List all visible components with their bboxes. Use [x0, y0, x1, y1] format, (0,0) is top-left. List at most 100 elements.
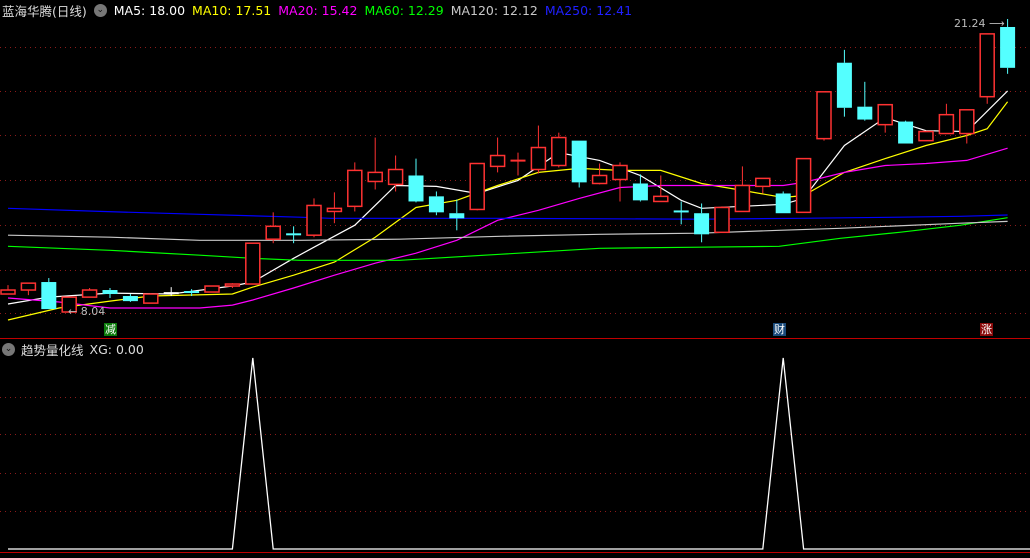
stock-title: 蓝海华腾(日线): [2, 4, 87, 19]
candle-body: [694, 213, 710, 235]
ma120-label: MA120: 12.12: [450, 3, 538, 18]
candle: [245, 242, 261, 285]
candle-body: [387, 168, 404, 186]
ma10-line: [7, 101, 1009, 321]
candle-body: [714, 206, 730, 234]
candle-body: [489, 154, 506, 168]
candle: [591, 163, 608, 185]
candle: [0, 285, 16, 295]
candle-body: [143, 293, 159, 304]
xg-line: [8, 357, 1030, 550]
candle-body: [530, 146, 547, 171]
ma5-line: [7, 90, 1009, 305]
candle: [122, 294, 138, 303]
candle-body: [204, 285, 220, 293]
candle: [143, 293, 159, 304]
candle-body: [612, 164, 628, 181]
candle: [816, 91, 832, 141]
candle: [102, 288, 118, 299]
indicator-title: 趋势量化线: [21, 343, 84, 358]
candle-body: [979, 33, 995, 98]
candle: [224, 283, 241, 289]
tag-jian[interactable]: 减: [104, 323, 117, 336]
candle-body: [41, 282, 57, 310]
kline-chart[interactable]: [0, 0, 1030, 558]
high-price-label: 21.24: [954, 17, 986, 30]
candle: [489, 137, 506, 173]
candle: [898, 120, 914, 144]
candle-body: [571, 140, 587, 183]
candle: [551, 132, 567, 168]
candle-body: [775, 193, 791, 214]
candle-body: [816, 91, 832, 140]
high-price-marker: 21.24 ⟶: [954, 17, 1005, 30]
candle-body: [632, 183, 648, 201]
candle-body: [449, 213, 465, 219]
candle: [510, 152, 526, 176]
candle-body: [918, 130, 934, 142]
candle: [775, 191, 791, 214]
candle-body: [0, 289, 16, 295]
candle-body: [836, 62, 852, 108]
candle: [408, 158, 424, 203]
indicator-value: XG: 0.00: [89, 342, 144, 357]
main-chart-header: 蓝海华腾(日线) ⌄ MA5: 18.00 MA10: 17.51 MA20: …: [2, 1, 639, 20]
candle-body: [755, 177, 771, 188]
candle: [938, 103, 955, 135]
candle: [795, 157, 812, 214]
candle: [347, 162, 363, 212]
candle-body: [367, 171, 383, 183]
candle: [469, 162, 485, 211]
candle-body: [408, 175, 424, 202]
candle-body: [898, 121, 914, 144]
tag-cai[interactable]: 财: [773, 323, 786, 336]
candle-body: [428, 196, 444, 213]
candle: [694, 203, 710, 243]
indicator-header: ⌄ 趋势量化线 XG: 0.00: [2, 340, 144, 359]
candle-body: [20, 282, 37, 291]
candle: [714, 206, 730, 234]
candle: [428, 191, 444, 216]
candle: [571, 140, 587, 188]
candle: [918, 130, 934, 142]
candle: [857, 81, 873, 121]
chevron-down-icon[interactable]: ⌄: [93, 4, 107, 17]
candle-body: [1000, 26, 1016, 68]
candle: [734, 166, 751, 213]
candle: [20, 282, 37, 296]
candle: [306, 198, 322, 238]
gridlines: [0, 47, 1030, 512]
candle-body: [469, 162, 485, 211]
candle: [41, 278, 57, 310]
chevron-down-icon[interactable]: ⌄: [2, 343, 15, 356]
candle: [755, 177, 771, 194]
candle: [204, 285, 220, 293]
low-price-label: 8.04: [80, 305, 106, 318]
candle-body: [224, 283, 241, 287]
candle-body: [653, 195, 669, 203]
ma60-label: MA60: 12.29: [364, 3, 444, 18]
candle: [979, 33, 995, 104]
candle: [877, 103, 893, 133]
candle: [653, 175, 669, 203]
xg-indicator: [8, 357, 1030, 550]
candle-body: [959, 109, 975, 135]
candle-body: [306, 204, 322, 236]
ma250-label: MA250: 12.41: [544, 3, 633, 18]
candle: [81, 288, 98, 298]
candle-body: [857, 106, 873, 120]
ma20-label: MA20: 15.42: [278, 3, 358, 18]
candle-body: [122, 296, 138, 302]
candle: [612, 162, 628, 202]
candle: [530, 125, 547, 174]
tag-zhang[interactable]: 涨: [980, 323, 993, 336]
candle-body: [326, 207, 343, 213]
candle-body: [877, 103, 893, 126]
ma5-label: MA5: 18.00: [113, 3, 186, 18]
candle-body: [795, 157, 812, 214]
ma120-line: [7, 220, 1008, 241]
ma10-label: MA10: 17.51: [192, 3, 272, 18]
candle: [959, 109, 975, 144]
candle-body: [938, 113, 955, 135]
candle-body: [591, 174, 608, 185]
